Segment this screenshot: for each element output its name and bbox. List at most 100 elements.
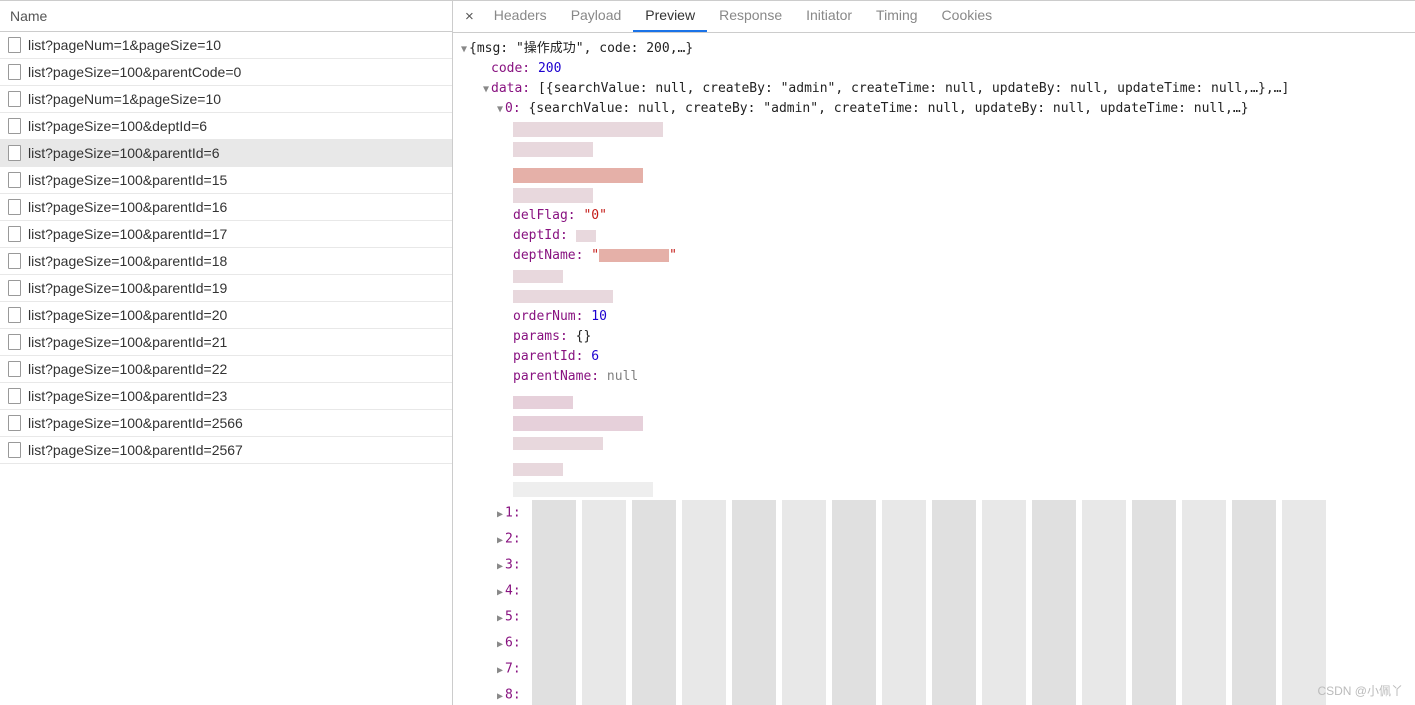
json-key: 3: [505, 558, 521, 573]
json-key: 5: [505, 610, 521, 625]
json-collapsed-item[interactable]: ▶8: [459, 682, 1409, 705]
expand-toggle-icon[interactable]: ▶ [495, 663, 505, 679]
json-key: delFlag: [513, 208, 576, 223]
detail-tabs: × HeadersPayloadPreviewResponseInitiator… [453, 0, 1415, 33]
document-icon [8, 388, 21, 404]
network-request-item[interactable]: list?pageSize=100&parentId=23 [0, 383, 452, 410]
json-value: null [607, 369, 638, 384]
redacted-content [532, 552, 1326, 578]
redacted-content [532, 578, 1326, 604]
expand-toggle-icon[interactable]: ▶ [495, 533, 505, 549]
json-root-summary[interactable]: {msg: "操作成功", code: 200,…} [469, 41, 693, 56]
preview-json-tree[interactable]: ▼{msg: "操作成功", code: 200,…} code: 200 ▼d… [453, 33, 1415, 705]
json-key: 2: [505, 532, 521, 547]
json-quote: " [591, 248, 599, 263]
document-icon [8, 307, 21, 323]
expand-toggle-icon[interactable]: ▼ [481, 82, 491, 98]
network-request-item[interactable]: list?pageSize=100&parentId=21 [0, 329, 452, 356]
json-value: 200 [538, 61, 561, 76]
tab-timing[interactable]: Timing [864, 1, 930, 32]
expand-toggle-icon[interactable]: ▼ [495, 102, 505, 118]
request-item-label: list?pageSize=100&parentId=20 [28, 307, 227, 323]
json-collapsed-item[interactable]: ▶3: [459, 552, 1409, 578]
document-icon [8, 361, 21, 377]
network-request-item[interactable]: list?pageSize=100&parentId=2566 [0, 410, 452, 437]
json-key: parentId: [513, 349, 583, 364]
close-icon[interactable]: × [457, 4, 482, 29]
tab-headers[interactable]: Headers [482, 1, 559, 32]
json-key: data: [491, 81, 530, 96]
network-request-item[interactable]: list?pageSize=100&parentId=20 [0, 302, 452, 329]
json-collapsed-item[interactable]: ▶1: [459, 500, 1409, 526]
redacted-content [532, 604, 1326, 630]
expand-toggle-icon[interactable]: ▼ [459, 42, 469, 58]
json-key: 6: [505, 636, 521, 651]
network-request-item[interactable]: list?pageNum=1&pageSize=10 [0, 86, 452, 113]
json-value: {} [576, 329, 592, 344]
json-key: 7: [505, 662, 521, 677]
network-request-item[interactable]: list?pageNum=1&pageSize=10 [0, 32, 452, 59]
json-collapsed-item[interactable]: ▶6: [459, 630, 1409, 656]
document-icon [8, 145, 21, 161]
network-request-item[interactable]: list?pageSize=100&parentId=16 [0, 194, 452, 221]
document-icon [8, 253, 21, 269]
network-request-item[interactable]: list?pageSize=100&parentId=2567 [0, 437, 452, 464]
document-icon [8, 334, 21, 350]
json-collapsed-item[interactable]: ▶2: [459, 526, 1409, 552]
network-request-item[interactable]: list?pageSize=100&parentCode=0 [0, 59, 452, 86]
request-item-label: list?pageSize=100&parentId=17 [28, 226, 227, 242]
tab-response[interactable]: Response [707, 1, 794, 32]
request-item-label: list?pageSize=100&parentId=15 [28, 172, 227, 188]
name-column-header: Name [0, 0, 452, 32]
network-request-item[interactable]: list?pageSize=100&parentId=19 [0, 275, 452, 302]
json-quote: " [669, 248, 677, 263]
network-request-item[interactable]: list?pageSize=100&deptId=6 [0, 113, 452, 140]
json-array-summary[interactable]: [{searchValue: null, createBy: "admin", … [538, 81, 1289, 96]
expand-toggle-icon[interactable]: ▶ [495, 637, 505, 653]
request-item-label: list?pageSize=100&parentId=2566 [28, 415, 243, 431]
watermark: CSDN @小佩丫 [1317, 682, 1403, 699]
json-value: 6 [591, 349, 599, 364]
json-collapsed-item[interactable]: ▶4: [459, 578, 1409, 604]
request-item-label: list?pageSize=100&parentId=16 [28, 199, 227, 215]
json-object-summary[interactable]: {searchValue: null, createBy: "admin", c… [528, 101, 1248, 116]
redacted-content [532, 656, 1326, 682]
expand-toggle-icon[interactable]: ▶ [495, 585, 505, 601]
document-icon [8, 442, 21, 458]
expand-toggle-icon[interactable]: ▶ [495, 559, 505, 575]
json-collapsed-item[interactable]: ▶7: [459, 656, 1409, 682]
document-icon [8, 199, 21, 215]
network-request-item[interactable]: list?pageSize=100&parentId=22 [0, 356, 452, 383]
request-item-label: list?pageNum=1&pageSize=10 [28, 37, 221, 53]
network-request-item[interactable]: list?pageSize=100&parentId=17 [0, 221, 452, 248]
request-item-label: list?pageSize=100&deptId=6 [28, 118, 207, 134]
request-list: list?pageNum=1&pageSize=10 list?pageSize=… [0, 32, 452, 464]
tab-cookies[interactable]: Cookies [930, 1, 1005, 32]
network-request-item[interactable]: list?pageSize=100&parentId=6 [0, 140, 452, 167]
tab-payload[interactable]: Payload [559, 1, 634, 32]
document-icon [8, 226, 21, 242]
redacted-content [532, 630, 1326, 656]
expand-toggle-icon[interactable]: ▶ [495, 507, 505, 523]
document-icon [8, 172, 21, 188]
request-item-label: list?pageSize=100&parentCode=0 [28, 64, 241, 80]
document-icon [8, 415, 21, 431]
document-icon [8, 64, 21, 80]
expand-toggle-icon[interactable]: ▶ [495, 611, 505, 627]
request-item-label: list?pageSize=100&parentId=22 [28, 361, 227, 377]
expand-toggle-icon[interactable]: ▶ [495, 689, 505, 705]
json-key: 1: [505, 506, 521, 521]
tab-initiator[interactable]: Initiator [794, 1, 864, 32]
network-request-item[interactable]: list?pageSize=100&parentId=15 [0, 167, 452, 194]
json-value: "0" [583, 208, 606, 223]
redacted-content [532, 526, 1326, 552]
network-request-item[interactable]: list?pageSize=100&parentId=18 [0, 248, 452, 275]
redacted-content [532, 500, 1326, 526]
document-icon [8, 91, 21, 107]
json-key: 8: [505, 688, 521, 703]
redacted-content [532, 682, 1326, 705]
json-key: deptName: [513, 248, 583, 263]
tab-preview[interactable]: Preview [633, 1, 707, 32]
json-key: parentName: [513, 369, 599, 384]
json-collapsed-item[interactable]: ▶5: [459, 604, 1409, 630]
